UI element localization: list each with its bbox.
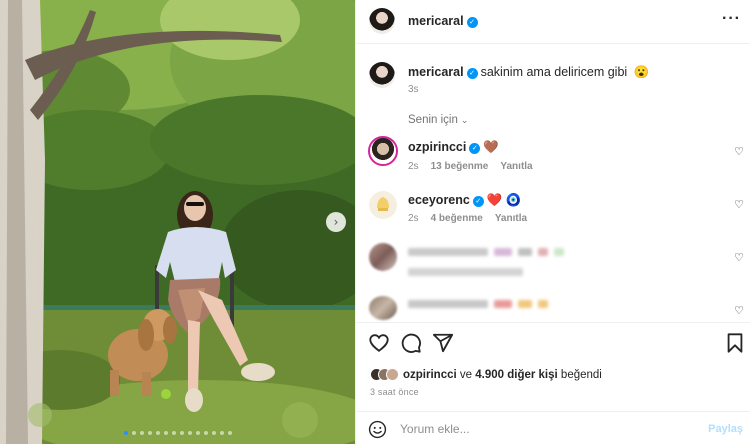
more-options-button[interactable]: ···: [722, 10, 741, 28]
caption: mericaral ✓ sakinim ama deliricem gibi 😮: [408, 65, 649, 80]
bookmark-icon[interactable]: [725, 332, 745, 354]
comment-filter-dropdown[interactable]: Senin için ⌄: [408, 114, 468, 126]
commenter-avatar[interactable]: [369, 243, 397, 271]
caption-time: 3s: [408, 84, 419, 95]
verified-badge-icon: ✓: [469, 143, 481, 154]
heart-outline-icon[interactable]: [368, 332, 390, 354]
carousel-dot: [147, 431, 152, 435]
carousel-dot: [163, 431, 168, 435]
smiley-icon[interactable]: [368, 420, 387, 439]
caption-author-username[interactable]: mericaral: [408, 65, 464, 79]
carousel-dot: [187, 431, 192, 435]
comment-text: 🤎: [483, 140, 499, 154]
heart-outline-icon: ♡: [734, 304, 744, 317]
bell-flower-icon: [377, 197, 389, 211]
verified-badge-icon: ✓: [472, 196, 484, 207]
carousel-indicator: [0, 431, 355, 435]
blurred-text-fragment: [538, 300, 548, 308]
reply-button[interactable]: Yanıtla: [495, 213, 527, 224]
liked-connector: ve: [459, 368, 473, 381]
carousel-dot: [219, 431, 224, 435]
liked-others-count[interactable]: 4.900 diğer kişi: [475, 369, 557, 381]
commenter-username[interactable]: ozpirincci: [408, 140, 466, 154]
liked-by-username[interactable]: ozpirincci: [403, 369, 457, 381]
comment-time: 2s: [408, 213, 419, 224]
comment-text: ❤️ 🧿: [486, 193, 522, 207]
carousel-dot: [211, 431, 216, 435]
commenter-avatar[interactable]: [368, 136, 398, 166]
comment-like-button[interactable]: ♡: [734, 251, 744, 264]
blurred-text-fragment: [494, 248, 512, 256]
blurred-text-fragment: [408, 248, 488, 256]
blurred-text-fragment: [538, 248, 548, 256]
blurred-text-fragment: [518, 300, 532, 308]
blurred-text-fragment: [518, 248, 532, 256]
comment-like-button[interactable]: ♡: [734, 198, 744, 211]
author-username-text: mericaral: [408, 14, 464, 28]
comment-bubble-icon[interactable]: [400, 332, 422, 354]
comment-meta: 2s 4 beğenme Yanıtla: [408, 213, 527, 224]
carousel-dot: [203, 431, 208, 435]
commenter-username[interactable]: eceyorenc: [408, 193, 470, 207]
comment-time: 2s: [408, 161, 419, 172]
liked-suffix: beğendi: [560, 368, 602, 381]
blurred-text-fragment: [494, 300, 512, 308]
carousel-dot: [131, 431, 136, 435]
chevron-down-icon: ⌄: [460, 116, 469, 126]
blurred-text-fragment: [408, 300, 488, 308]
next-slide-button[interactable]: ›: [326, 212, 346, 232]
liker-avatar: [386, 368, 399, 381]
carousel-dot: [171, 431, 176, 435]
post-comment-button[interactable]: Paylaş: [708, 423, 743, 435]
commenter-avatar[interactable]: [369, 296, 397, 320]
carousel-dot: [139, 431, 144, 435]
caption-author-avatar[interactable]: [369, 62, 395, 88]
liked-by-summary[interactable]: ozpirincci ve 4.900 diğer kişi beğendi: [370, 368, 602, 381]
post-photo[interactable]: ›: [0, 0, 355, 444]
carousel-dot: [155, 431, 160, 435]
chevron-right-icon: ›: [333, 215, 339, 229]
comment-like-count[interactable]: 4 beğenme: [431, 213, 483, 224]
comment-line: eceyorenc ✓ ❤️ 🧿: [408, 193, 521, 208]
post-photo-illustration: [0, 0, 355, 444]
author-username[interactable]: mericaral ✓: [408, 14, 478, 28]
heart-outline-icon: ♡: [734, 251, 744, 264]
post-actions: ozpirincci ve 4.900 diğer kişi beğendi 3…: [356, 322, 750, 444]
carousel-dot: [227, 431, 232, 435]
comment-line: ozpirincci ✓ 🤎: [408, 140, 499, 155]
author-avatar[interactable]: [369, 8, 395, 34]
comment-like-button[interactable]: ♡: [734, 145, 744, 158]
caption-emoji: 😮: [633, 65, 650, 79]
carousel-dot: [179, 431, 184, 435]
heart-outline-icon: ♡: [734, 198, 744, 211]
send-paper-plane-icon[interactable]: [432, 332, 454, 354]
comment-filter-label: Senin için: [408, 114, 458, 126]
comment-like-button[interactable]: ♡: [734, 304, 744, 317]
comment-input[interactable]: [400, 419, 700, 439]
comment-like-count[interactable]: 13 beğenme: [431, 161, 489, 172]
blurred-comment-meta: [408, 268, 523, 276]
post-header: mericaral ✓ ···: [356, 0, 750, 44]
post-time-ago: 3 saat önce: [370, 387, 419, 397]
carousel-dot: [123, 431, 128, 435]
comment-composer: Paylaş: [356, 411, 750, 444]
liked-by-text: ozpirincci ve 4.900 diğer kişi beğendi: [403, 369, 602, 381]
blurred-text-fragment: [554, 248, 564, 256]
carousel-dot: [195, 431, 200, 435]
more-horizontal-icon: ···: [722, 10, 741, 27]
comment-meta: 2s 13 beğenme Yanıtla: [408, 161, 533, 172]
caption-text: sakinim ama deliricem gibi: [480, 65, 628, 79]
heart-outline-icon: ♡: [734, 145, 744, 158]
commenter-avatar[interactable]: [369, 191, 397, 219]
reply-button[interactable]: Yanıtla: [500, 161, 532, 172]
verified-badge-icon: ✓: [466, 17, 478, 28]
post-detail-panel: mericaral ✓ ··· mericaral ✓ sakinim ama del…: [355, 0, 750, 444]
verified-badge-icon: ✓: [466, 68, 478, 79]
